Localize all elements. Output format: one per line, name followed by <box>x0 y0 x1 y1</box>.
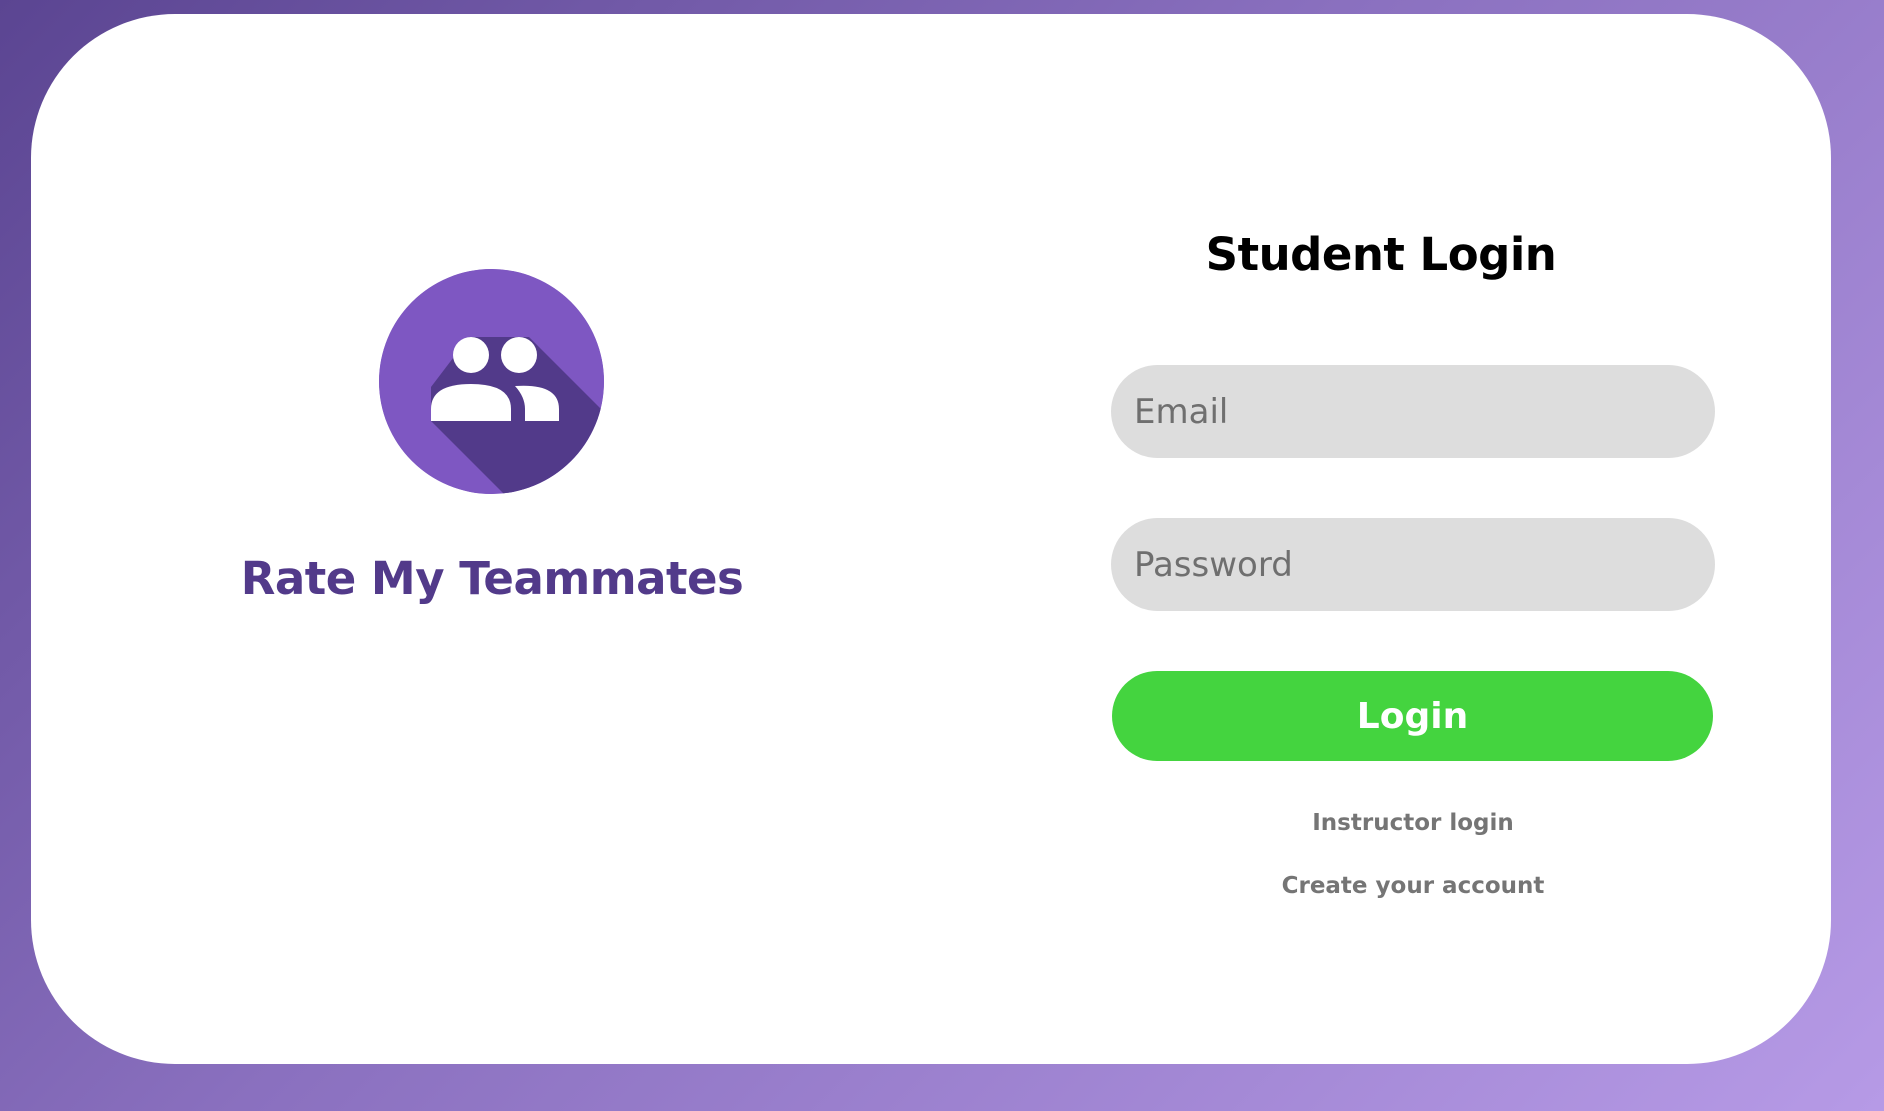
login-card: Rate My Teammates Student Login Login In… <box>31 14 1831 1064</box>
email-input[interactable] <box>1111 365 1715 458</box>
login-form: Student Login Login Instructor login Cre… <box>1079 14 1715 1064</box>
app-name: Rate My Teammates <box>240 552 744 605</box>
create-account-link[interactable]: Create your account <box>1111 873 1715 899</box>
group-people-icon <box>379 269 604 494</box>
login-button[interactable]: Login <box>1112 671 1713 761</box>
instructor-login-link[interactable]: Instructor login <box>1111 810 1715 836</box>
login-heading: Student Login <box>1205 228 1557 281</box>
brand-section: Rate My Teammates <box>31 14 1011 1064</box>
password-input[interactable] <box>1111 518 1715 611</box>
